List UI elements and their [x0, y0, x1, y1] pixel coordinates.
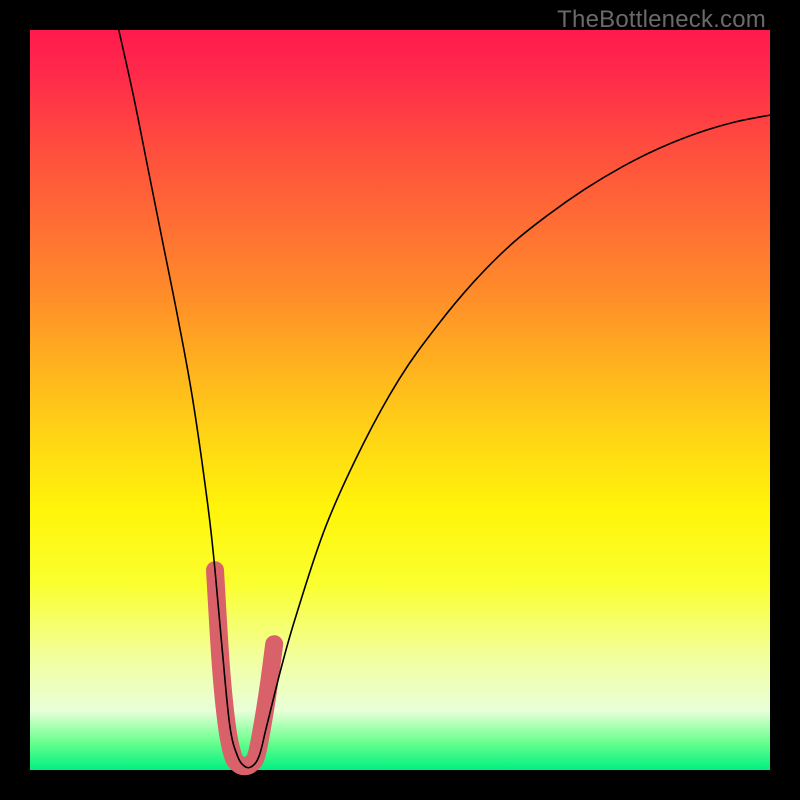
watermark-text: TheBottleneck.com: [557, 6, 766, 34]
curve-layer: [30, 30, 770, 770]
plot-area: [30, 30, 770, 770]
chart-frame: TheBottleneck.com: [0, 0, 800, 800]
